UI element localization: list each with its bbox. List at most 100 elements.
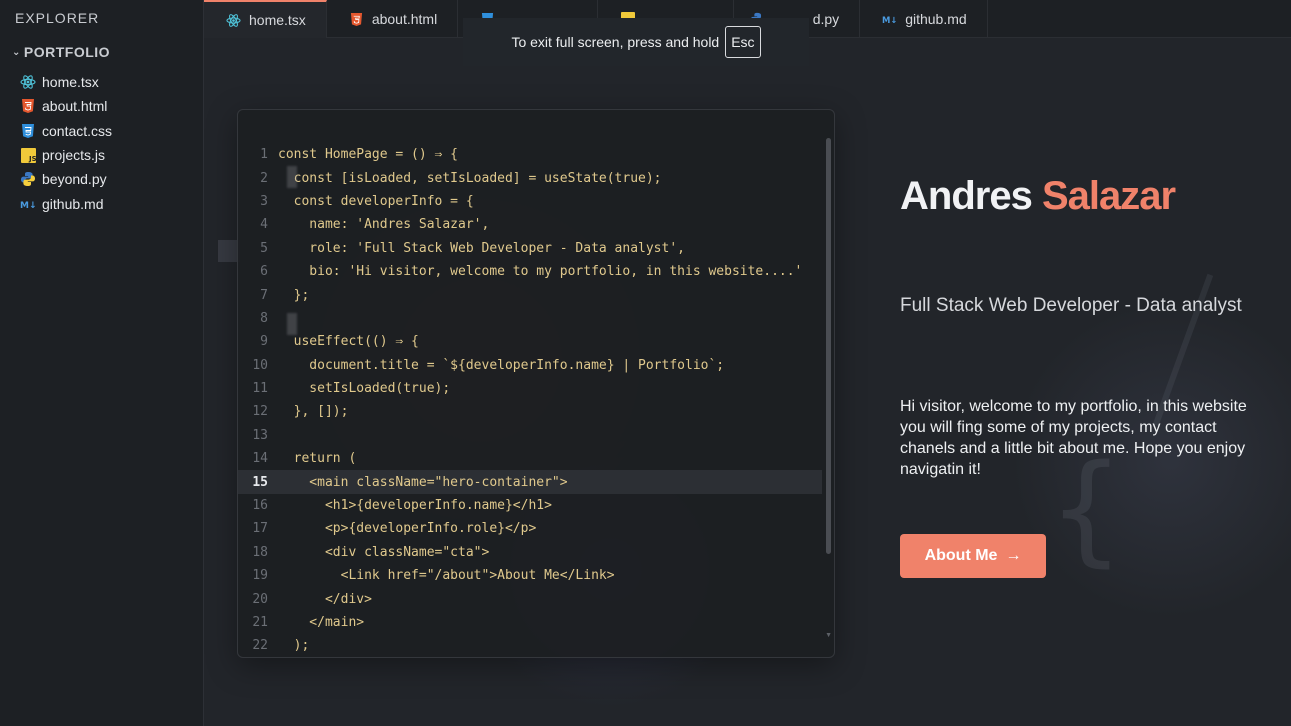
code-line[interactable]: 8 (238, 307, 822, 330)
line-number: 17 (252, 521, 268, 537)
code-line[interactable]: 17 <p>{developerInfo.role}</p> (238, 517, 822, 540)
line-number: 2 (260, 170, 268, 186)
code-line[interactable]: 12 }, []); (238, 400, 822, 423)
file-list: home.tsx about.html contact.css JS proje… (20, 70, 112, 216)
about-me-button[interactable]: About Me → (900, 534, 1046, 578)
code-line[interactable]: 10 document.title = `${developerInfo.nam… (238, 354, 822, 377)
code-text: useEffect(() ⇒ { (278, 334, 419, 350)
folder-label: PORTFOLIO (23, 44, 111, 60)
line-number: 11 (252, 381, 268, 397)
hero-first-name: Andres (900, 174, 1033, 218)
code-line[interactable]: 1 const HomePage = () ⇒ { (238, 143, 822, 166)
line-number: 16 (252, 498, 268, 514)
line-number: 15 (252, 474, 268, 490)
file-item-github[interactable]: M↓ github.md (20, 191, 112, 215)
html5-icon (20, 98, 36, 114)
code-text: </div> (278, 591, 372, 607)
tab-home[interactable]: home.tsx (204, 0, 327, 38)
line-number: 14 (252, 451, 268, 467)
javascript-icon: JS (20, 147, 36, 163)
code-line[interactable]: 7 }; (238, 283, 822, 306)
scroll-down-arrow-icon[interactable]: ▼ (825, 632, 832, 639)
code-line[interactable]: 16 <h1>{developerInfo.name}</h1> (238, 494, 822, 517)
code-line[interactable]: 15 <main className="hero-container"> (238, 470, 822, 494)
line-number: 21 (252, 615, 268, 630)
code-line[interactable]: 2 const [isLoaded, setIsLoaded] = useSta… (238, 166, 822, 189)
hero-role: Full Stack Web Developer - Data analyst (900, 295, 1242, 316)
file-label: home.tsx (42, 74, 99, 91)
code-line[interactable]: 21 </main> (238, 611, 822, 634)
line-number: 3 (260, 193, 268, 209)
explorer-sidebar: EXPLORER ⌄ PORTFOLIO home.tsx about.html… (0, 0, 204, 726)
code-text: bio: 'Hi visitor, welcome to my portfoli… (278, 264, 803, 280)
code-text: }, []); (278, 404, 349, 420)
fullscreen-exit-notice: To exit full screen, press and hold Esc (463, 18, 809, 66)
arrow-right-icon: → (1005, 547, 1022, 564)
file-label: projects.js (42, 147, 106, 164)
explorer-title: EXPLORER (15, 10, 100, 26)
file-item-about[interactable]: about.html (20, 94, 112, 118)
line-number: 22 (252, 638, 268, 654)
file-label: about.html (42, 98, 108, 115)
svg-text:M↓: M↓ (20, 201, 36, 210)
code-text: const [isLoaded, setIsLoaded] = useState… (278, 170, 662, 186)
line-number: 18 (252, 544, 268, 560)
fullscreen-notice-text: To exit full screen, press and hold (511, 34, 720, 50)
code-line[interactable]: 19 <Link href="/about">About Me</Link> (238, 564, 822, 587)
hero-last-name: Salazar (1041, 174, 1176, 218)
python-icon (20, 171, 36, 187)
svg-text:JS: JS (28, 155, 36, 163)
code-text: role: 'Full Stack Web Developer - Data a… (278, 240, 685, 256)
svg-text:M↓: M↓ (882, 15, 897, 25)
line-number: 10 (252, 357, 268, 373)
code-lines: 1 const HomePage = () ⇒ {2 const [isLoade… (238, 143, 822, 657)
file-item-beyond[interactable]: beyond.py (20, 167, 112, 191)
code-line[interactable]: 4 name: 'Andres Salazar', (238, 213, 822, 236)
folder-portfolio[interactable]: ⌄ PORTFOLIO (12, 44, 110, 60)
code-line[interactable]: 9 useEffect(() ⇒ { (238, 330, 822, 353)
line-number: 20 (252, 591, 268, 607)
line-number: 6 (260, 264, 268, 280)
code-line[interactable]: 14 return ( (238, 447, 822, 470)
code-text: <div className="cta"> (278, 544, 490, 560)
code-text: name: 'Andres Salazar', (278, 217, 490, 233)
file-label: beyond.py (42, 171, 107, 188)
code-text: return ( (278, 451, 357, 467)
code-line[interactable]: 6 bio: 'Hi visitor, welcome to my portfo… (238, 260, 822, 283)
esc-key-badge: Esc (725, 26, 761, 58)
line-number: 1 (260, 147, 268, 163)
tab-github[interactable]: M↓ github.md (860, 0, 988, 38)
file-item-projects[interactable]: JS projects.js (20, 143, 112, 167)
code-editor-panel[interactable]: 1 const HomePage = () ⇒ {2 const [isLoade… (237, 109, 835, 658)
markdown-icon: M↓ (882, 12, 897, 27)
code-line[interactable]: 13 (238, 424, 822, 447)
code-line[interactable]: 18 <div className="cta"> (238, 541, 822, 564)
line-number: 7 (260, 287, 268, 303)
code-text: <h1>{developerInfo.name}</h1> (278, 498, 552, 514)
hero-name: Andres Salazar (900, 174, 1176, 219)
line-number: 5 (260, 240, 268, 256)
tab-label: about.html (371, 11, 438, 27)
code-line[interactable]: 11 setIsLoaded(true); (238, 377, 822, 400)
tab-about[interactable]: about.html (327, 0, 459, 38)
file-item-home[interactable]: home.tsx (20, 70, 112, 94)
code-line[interactable]: 3 const developerInfo = { (238, 190, 822, 213)
tab-label: home.tsx (249, 12, 306, 28)
hero-bio: Hi visitor, welcome to my portfolio, in … (900, 398, 1247, 478)
code-line[interactable]: 20 </div> (238, 587, 822, 610)
code-text: <p>{developerInfo.role}</p> (278, 521, 537, 537)
line-number: 12 (252, 404, 268, 420)
code-text: }; (278, 287, 310, 303)
file-item-contact[interactable]: contact.css (20, 119, 112, 143)
line-number: 4 (260, 217, 268, 233)
line-number: 19 (252, 568, 268, 584)
tab-label: github.md (905, 11, 967, 27)
chevron-down-icon: ⌄ (12, 46, 21, 58)
editor-scrollbar[interactable] (826, 138, 831, 554)
line-number: 8 (260, 310, 268, 326)
file-label: github.md (42, 195, 104, 212)
code-text: const developerInfo = { (278, 193, 474, 209)
code-line[interactable]: 22 ); (238, 634, 822, 657)
about-me-label: About Me (924, 547, 998, 564)
code-line[interactable]: 5 role: 'Full Stack Web Developer - Data… (238, 237, 822, 260)
